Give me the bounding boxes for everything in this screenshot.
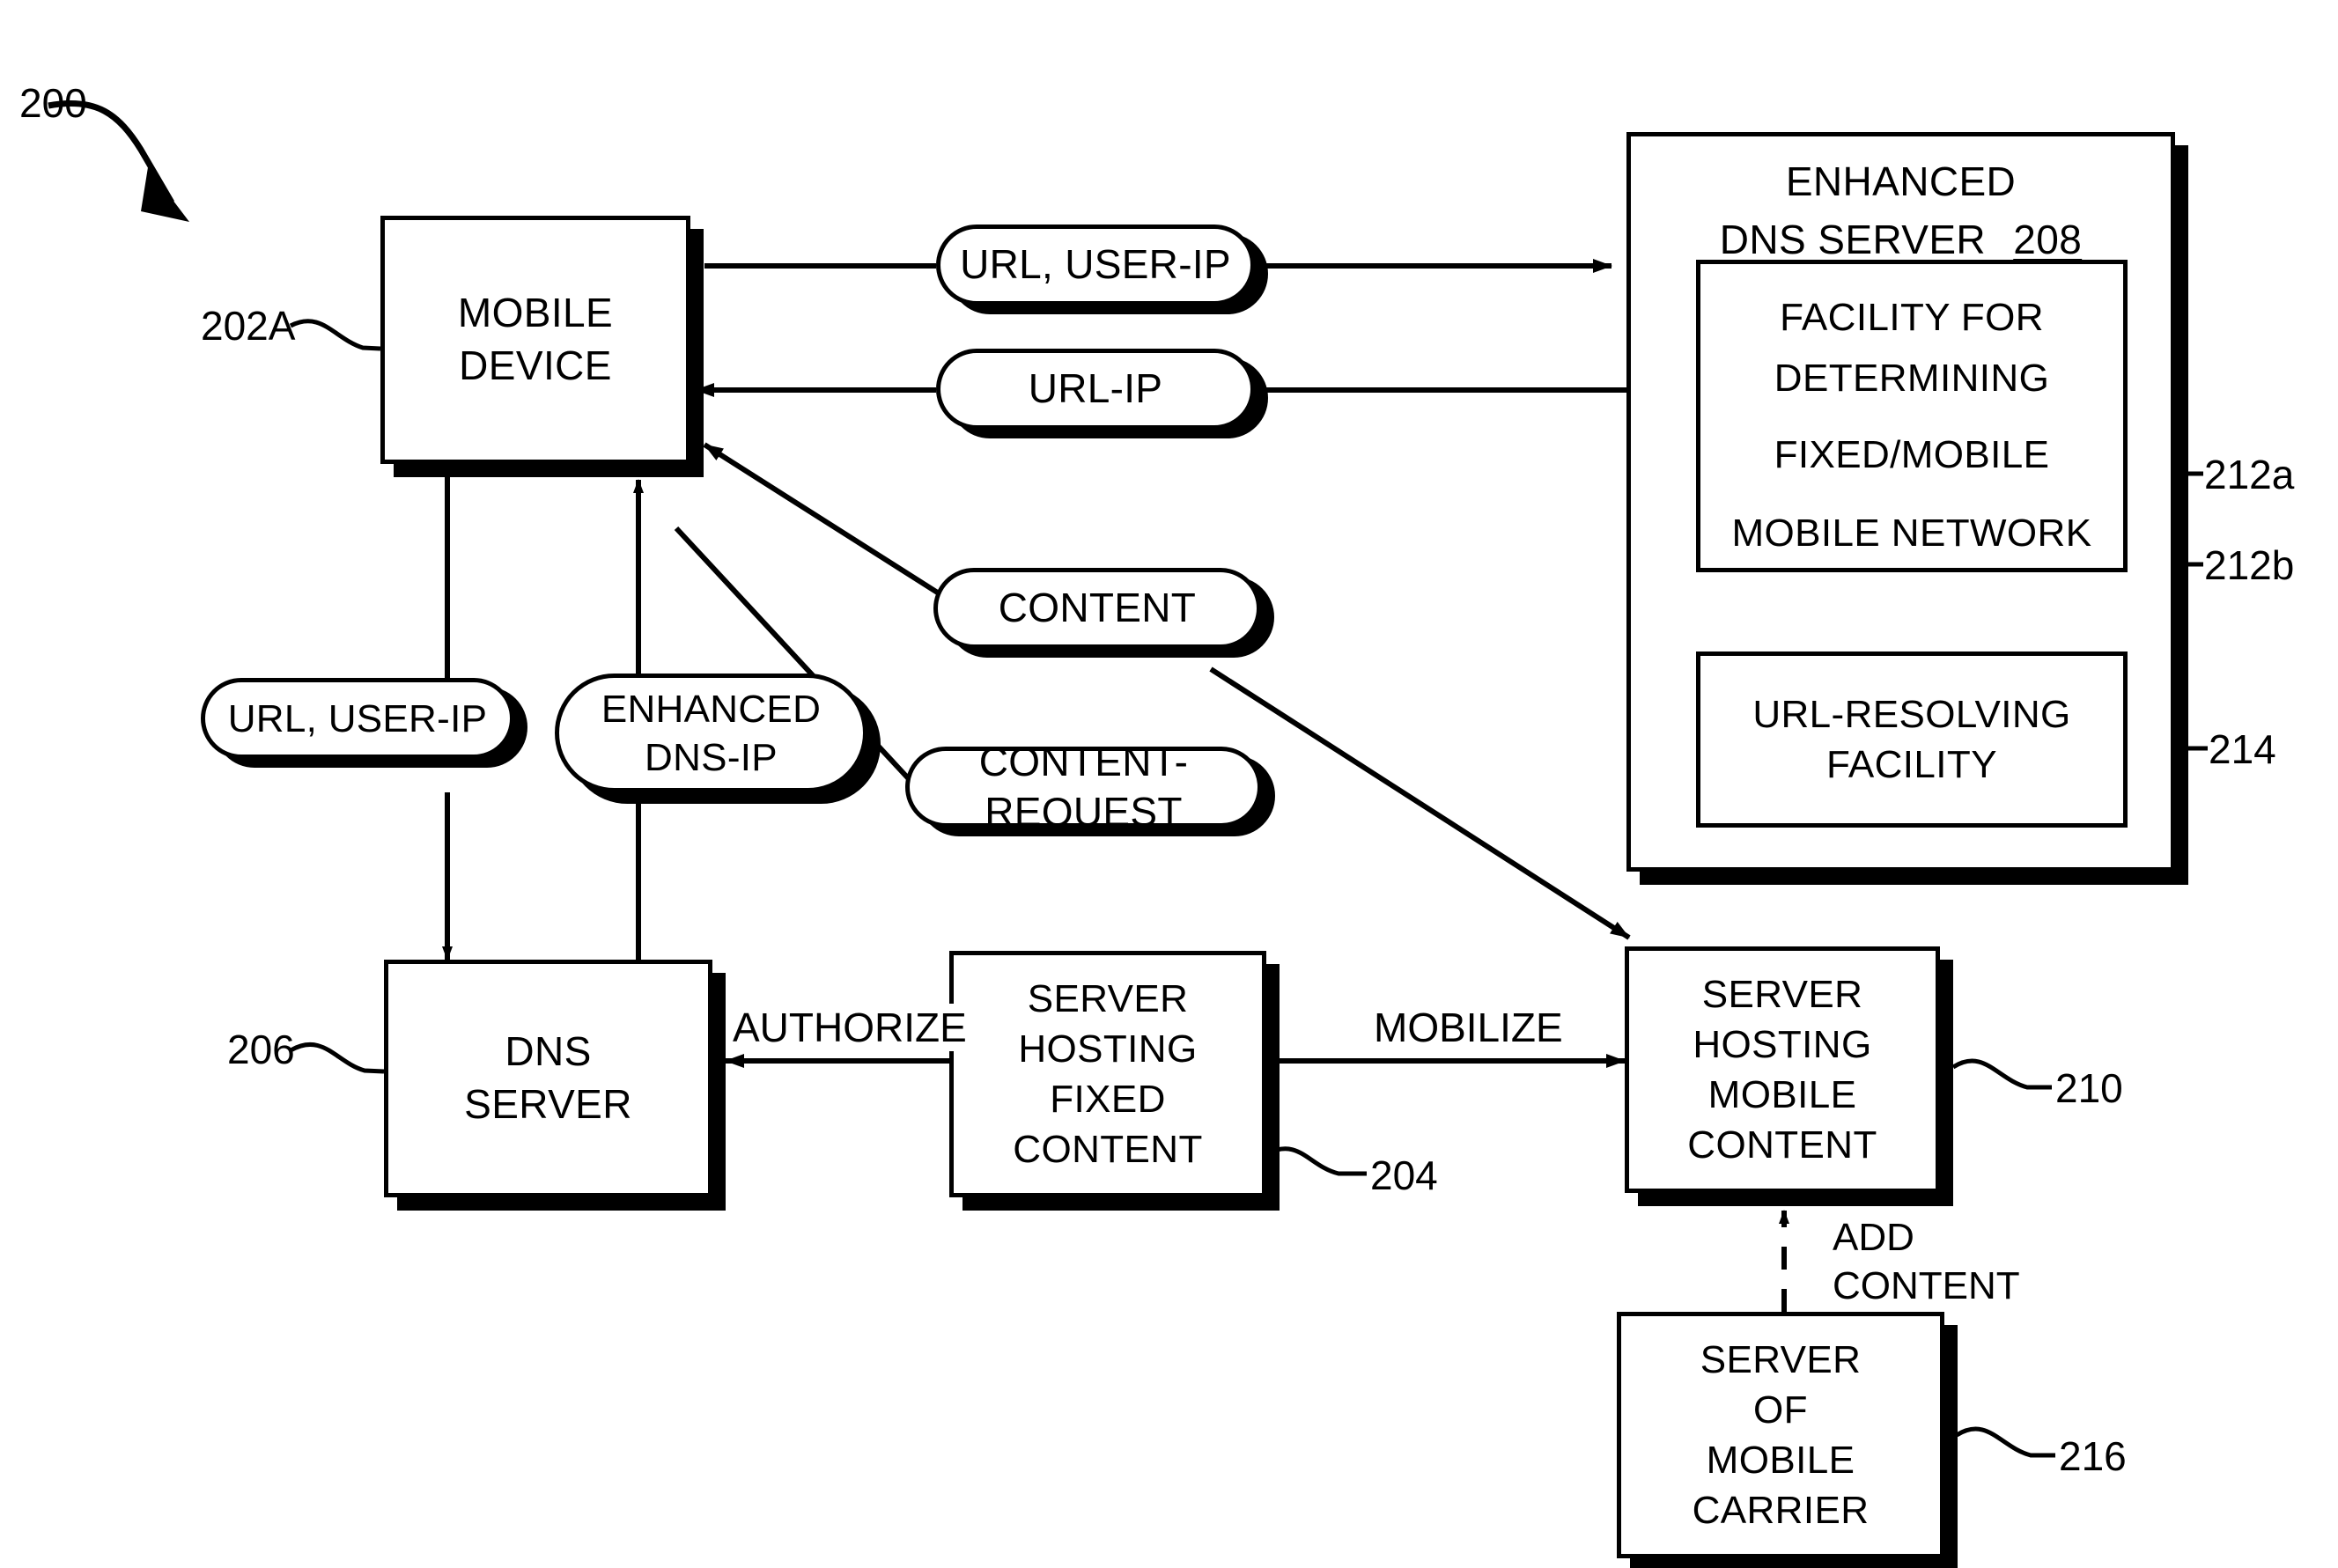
ref-210: 210 xyxy=(2055,1065,2123,1111)
facility-line2: DETERMINING xyxy=(1774,357,2050,401)
figure-number: 200 xyxy=(19,80,87,126)
ref-216: 216 xyxy=(2059,1433,2127,1479)
mobile-device-box[interactable]: MOBILE DEVICE xyxy=(380,216,690,464)
pill-enhanced-dns-ip[interactable]: ENHANCED DNS-IP xyxy=(555,674,867,792)
server-hosting-mobile-content-box[interactable]: SERVER HOSTING MOBILE CONTENT xyxy=(1625,946,1940,1193)
server-hosting-fixed-content-box[interactable]: SERVER HOSTING FIXED CONTENT xyxy=(949,951,1266,1197)
pill-enhanced-dns-ip-label: ENHANCED DNS-IP xyxy=(601,687,822,779)
ref-208: 208 xyxy=(2013,216,2083,262)
mobile-device-label: MOBILE DEVICE xyxy=(457,290,614,388)
enhanced-dns-title-line1: ENHANCED xyxy=(1785,158,2017,204)
edge-label-add-content: ADD CONTENT xyxy=(1827,1213,2025,1310)
ref-214: 214 xyxy=(2209,726,2276,772)
facility-mobile-network: MOBILE NETWORK xyxy=(1731,511,2092,555)
facility-line1: FACILITY FOR xyxy=(1780,296,2044,339)
enhanced-dns-title-line2: DNS SERVER xyxy=(1719,216,1987,262)
server-of-mobile-carrier-box[interactable]: SERVER OF MOBILE CARRIER xyxy=(1617,1312,1944,1558)
pill-url-ip[interactable]: URL-IP xyxy=(936,349,1255,430)
ref-206: 206 xyxy=(227,1027,295,1072)
edge-label-mobilize: MOBILIZE xyxy=(1368,1004,1568,1051)
pill-content[interactable]: CONTENT xyxy=(933,568,1261,649)
ref-202a: 202A xyxy=(201,303,296,349)
dns-server-label: DNS SERVER xyxy=(464,1028,632,1127)
pill-url-user-ip-top[interactable]: URL, USER-IP xyxy=(936,225,1255,306)
pill-content-label: CONTENT xyxy=(998,585,1197,631)
pill-url-user-ip-top-label: URL, USER-IP xyxy=(960,241,1231,288)
patent-figure-200: MOBILE DEVICE 202A ENHANCED DNS SERVER 20… xyxy=(0,0,2338,1568)
facility-fixed-mobile: FIXED/MOBILE xyxy=(1774,433,2050,477)
url-resolving-line2: FACILITY xyxy=(1826,743,1997,786)
server-hosting-fixed-label: SERVER HOSTING FIXED CONTENT xyxy=(1013,976,1203,1172)
pill-content-request-label: CONTENT-REQUEST xyxy=(978,738,1189,836)
dns-server-box[interactable]: DNS SERVER xyxy=(384,960,712,1197)
server-hosting-mobile-label: SERVER HOSTING MOBILE CONTENT xyxy=(1687,972,1877,1167)
pill-url-user-ip-left-label: URL, USER-IP xyxy=(227,696,488,740)
carrier-label: SERVER OF MOBILE CARRIER xyxy=(1692,1337,1870,1533)
edge-label-authorize: AUTHORIZE xyxy=(727,1004,972,1051)
pill-url-user-ip-left[interactable]: URL, USER-IP xyxy=(201,678,514,759)
pill-url-ip-label: URL-IP xyxy=(1028,365,1163,412)
ref-204: 204 xyxy=(1370,1152,1438,1198)
url-resolving-line1: URL-RESOLVING xyxy=(1752,692,2071,736)
facility-for-determining-box[interactable]: FACILITY FOR DETERMINING FIXED/MOBILE MO… xyxy=(1696,260,2128,572)
url-resolving-facility-box[interactable]: URL-RESOLVING FACILITY xyxy=(1696,651,2128,828)
pill-content-request[interactable]: CONTENT-REQUEST xyxy=(905,739,1262,835)
ref-212b: 212b xyxy=(2204,542,2295,588)
ref-212a: 212a xyxy=(2204,452,2295,497)
